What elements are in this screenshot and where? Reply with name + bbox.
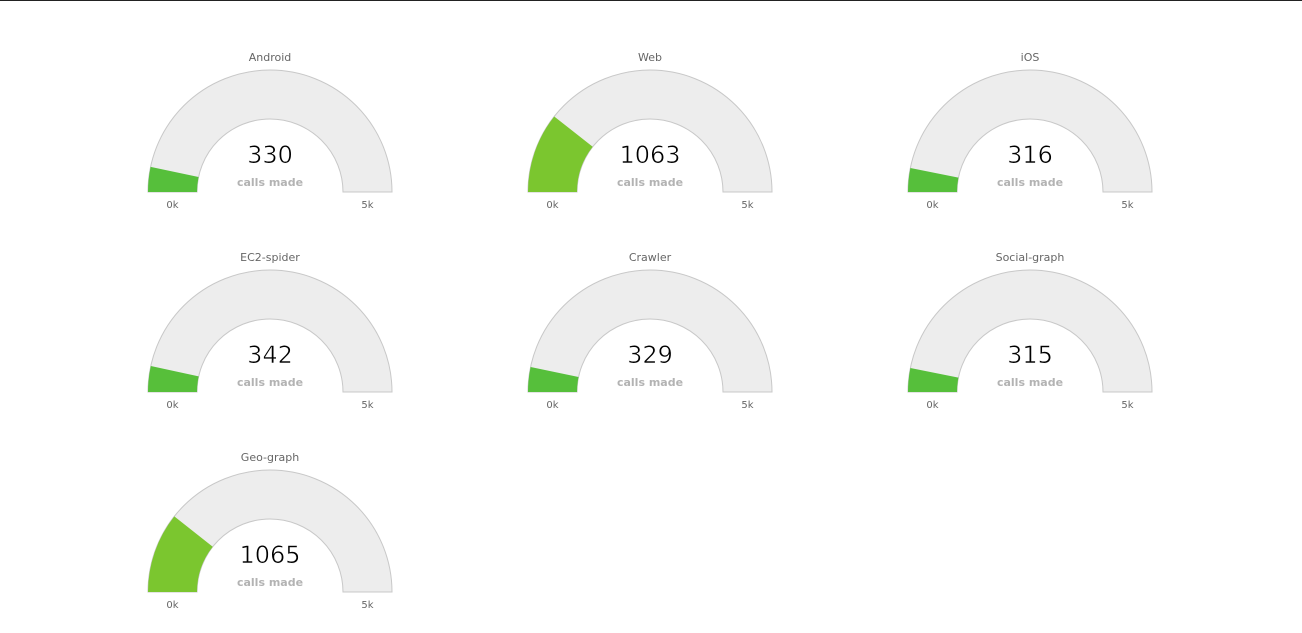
gauge-value: 1065 <box>239 541 300 569</box>
gauge-value: 342 <box>247 341 293 369</box>
gauge-value: 1063 <box>619 141 680 169</box>
gauge-max-label: 5k <box>741 200 753 211</box>
gauge-caption: calls made <box>237 576 303 589</box>
gauge-caption: calls made <box>237 176 303 189</box>
gauge-svg: EC2-spider 342 calls made 0k 5k <box>147 251 393 411</box>
gauge-ec2-spider: EC2-spider 342 calls made 0k 5k <box>140 245 400 415</box>
gauge-android: Android 330 calls made 0k 5k <box>140 45 400 215</box>
gauge-title: Web <box>638 51 662 64</box>
gauge-crawler: Crawler 329 calls made 0k 5k <box>520 245 780 415</box>
gauge-caption: calls made <box>997 176 1063 189</box>
gauge-track <box>907 69 1153 193</box>
gauge-svg: Crawler 329 calls made 0k 5k <box>527 251 773 411</box>
gauge-max-label: 5k <box>1121 400 1133 411</box>
gauge-min-label: 0k <box>166 600 178 611</box>
gauge-title: Social-graph <box>996 251 1065 264</box>
gauge-value: 329 <box>627 341 673 369</box>
top-divider <box>0 0 1302 1</box>
gauge-track <box>907 269 1153 393</box>
gauge-min-label: 0k <box>546 400 558 411</box>
gauge-max-label: 5k <box>361 600 373 611</box>
gauge-min-label: 0k <box>546 200 558 211</box>
gauge-title: Crawler <box>629 251 672 264</box>
gauge-svg: Social-graph 315 calls made 0k 5k <box>907 251 1153 411</box>
gauge-social-graph: Social-graph 315 calls made 0k 5k <box>900 245 1160 415</box>
gauge-title: EC2-spider <box>240 251 300 264</box>
gauge-svg: iOS 316 calls made 0k 5k <box>907 51 1153 211</box>
gauge-web: Web 1063 calls made 0k 5k <box>520 45 780 215</box>
gauge-value: 316 <box>1007 141 1053 169</box>
gauge-max-label: 5k <box>1121 200 1133 211</box>
gauge-track <box>147 69 393 193</box>
gauge-max-label: 5k <box>361 400 373 411</box>
gauge-svg: Android 330 calls made 0k 5k <box>147 51 393 211</box>
gauge-value: 330 <box>247 141 293 169</box>
gauge-max-label: 5k <box>361 200 373 211</box>
gauge-caption: calls made <box>997 376 1063 389</box>
gauge-svg: Web 1063 calls made 0k 5k <box>527 51 773 211</box>
gauge-title: Geo-graph <box>241 451 299 464</box>
gauge-track <box>527 269 773 393</box>
gauge-caption: calls made <box>617 176 683 189</box>
gauge-min-label: 0k <box>926 400 938 411</box>
gauge-title: iOS <box>1021 51 1040 64</box>
gauge-caption: calls made <box>237 376 303 389</box>
gauge-svg: Geo-graph 1065 calls made 0k 5k <box>147 451 393 611</box>
gauge-title: Android <box>249 51 292 64</box>
gauge-ios: iOS 316 calls made 0k 5k <box>900 45 1160 215</box>
gauge-min-label: 0k <box>166 200 178 211</box>
gauge-caption: calls made <box>617 376 683 389</box>
gauge-geo-graph: Geo-graph 1065 calls made 0k 5k <box>140 445 400 615</box>
gauge-max-label: 5k <box>741 400 753 411</box>
gauge-min-label: 0k <box>166 400 178 411</box>
gauge-min-label: 0k <box>926 200 938 211</box>
gauge-value: 315 <box>1007 341 1053 369</box>
